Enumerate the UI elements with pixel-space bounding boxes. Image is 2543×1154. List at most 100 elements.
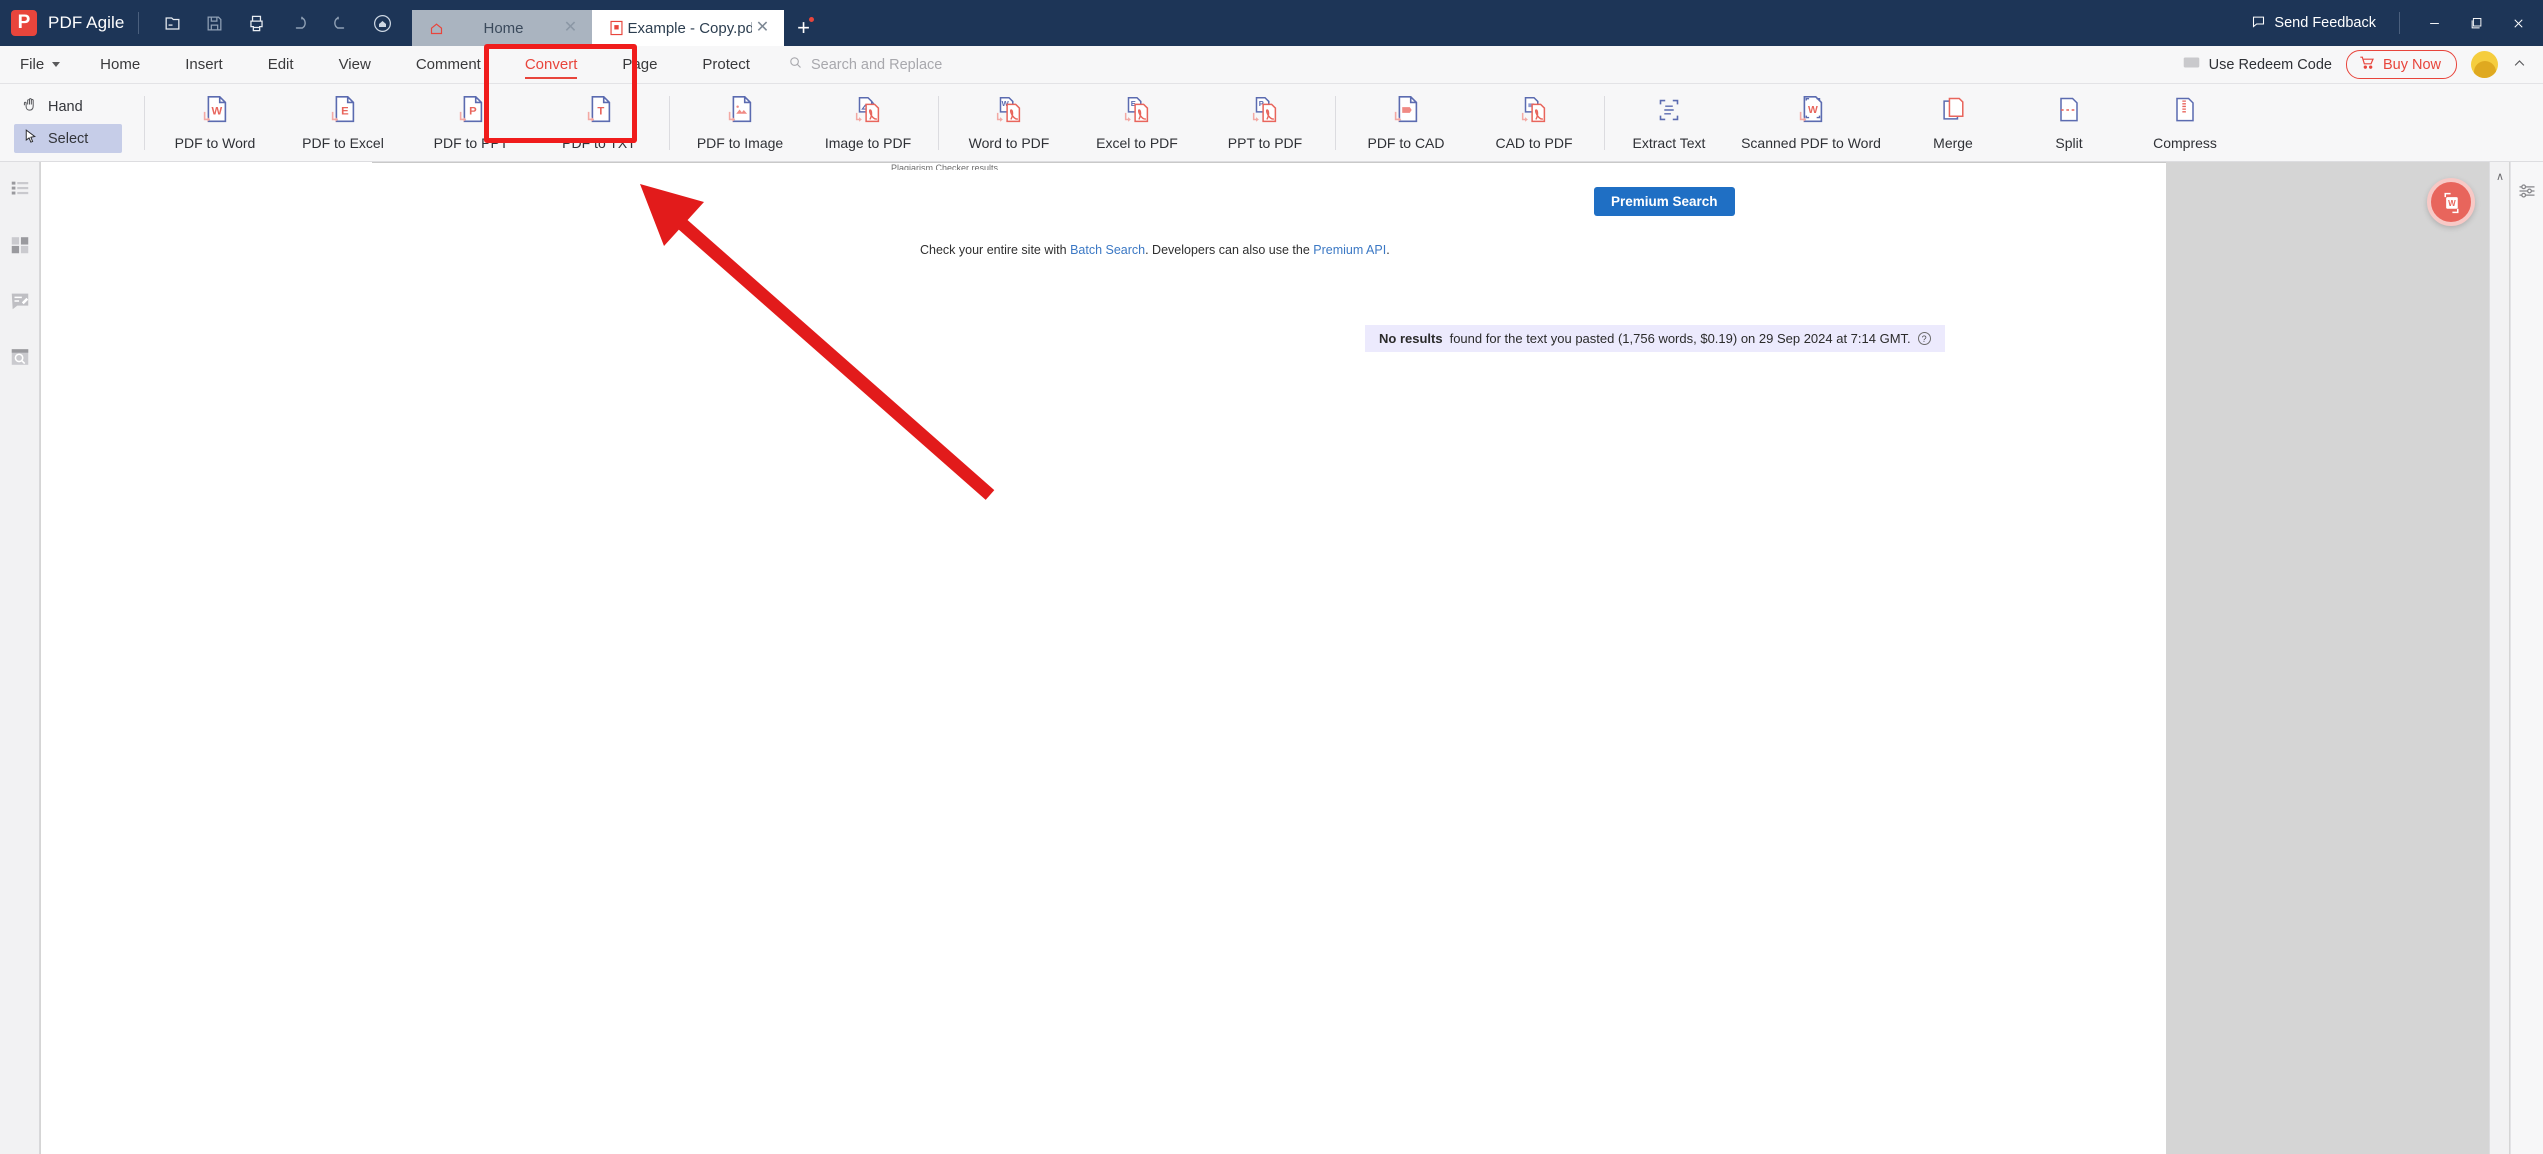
premium-api-link[interactable]: Premium API: [1313, 243, 1386, 257]
pdf-to-excel-icon: E: [326, 90, 360, 130]
tool-pdf-to-word-label: PDF to Word: [174, 134, 256, 151]
titlebar-right-group: Send Feedback: [2241, 0, 2543, 46]
properties-sliders-icon[interactable]: [2514, 178, 2540, 204]
close-icon[interactable]: [2497, 0, 2539, 46]
tool-extract-text[interactable]: Extract Text: [1611, 86, 1727, 160]
tab-doc-label: Example - Copy.pdf: [627, 19, 752, 37]
svg-text:W: W: [1808, 104, 1818, 115]
tab-doc-close-icon[interactable]: ✕: [752, 20, 774, 36]
document-tab-strip: Home ✕ Example - Copy.pdf ✕ +: [411, 0, 824, 46]
tool-pdf-to-cad[interactable]: PDF to CAD: [1342, 86, 1470, 160]
tool-cad-to-pdf-label: CAD to PDF: [1495, 134, 1573, 151]
thumbnails-icon[interactable]: [7, 232, 33, 258]
compress-icon: [2169, 90, 2201, 130]
tab-example-copy-pdf[interactable]: Example - Copy.pdf ✕: [591, 10, 784, 46]
menu-item-protect[interactable]: Protect: [702, 46, 750, 84]
menu-item-file[interactable]: File: [20, 46, 61, 84]
no-results-text: found for the text you pasted (1,756 wor…: [1449, 331, 1911, 346]
app-brand: P PDF Agile: [0, 0, 125, 46]
excel-to-pdf-icon: E: [1120, 90, 1154, 130]
maximize-icon[interactable]: [2455, 0, 2497, 46]
comments-icon[interactable]: [7, 288, 33, 314]
menu-item-page[interactable]: Page: [622, 46, 657, 84]
merge-icon: [1937, 90, 1969, 130]
search-panel-icon[interactable]: [7, 344, 33, 370]
menu-item-home[interactable]: Home: [100, 46, 140, 84]
pointer-mode-group: Hand Select: [0, 92, 138, 153]
menu-item-convert[interactable]: Convert: [524, 46, 578, 84]
tool-merge[interactable]: Merge: [1895, 86, 2011, 160]
redo-icon[interactable]: [320, 0, 362, 46]
search-and-replace-input[interactable]: Search and Replace: [788, 55, 942, 74]
minimize-icon[interactable]: [2413, 0, 2455, 46]
pdf-file-icon: [606, 20, 628, 36]
tool-image-to-pdf[interactable]: Image to PDF: [804, 86, 932, 160]
outline-icon[interactable]: [7, 176, 33, 202]
pdf-to-ppt-icon: P: [454, 90, 488, 130]
tool-merge-label: Merge: [1933, 134, 1973, 151]
menu-item-insert[interactable]: Insert: [185, 46, 223, 84]
undo-icon[interactable]: [278, 0, 320, 46]
batch-search-link[interactable]: Batch Search: [1070, 243, 1145, 257]
tool-pdf-to-cad-label: PDF to CAD: [1367, 134, 1445, 151]
save-icon[interactable]: [194, 0, 236, 46]
scanned-pdf-to-word-icon: W: [1794, 90, 1828, 130]
quick-access-toolbar: [152, 0, 404, 46]
chevron-up-icon[interactable]: [2512, 56, 2537, 74]
use-redeem-code-button[interactable]: Use Redeem Code: [2169, 56, 2346, 73]
menu-item-edit[interactable]: Edit: [268, 46, 294, 84]
open-file-icon[interactable]: [152, 0, 194, 46]
search-placeholder: Search and Replace: [810, 56, 943, 73]
avatar[interactable]: [2471, 51, 2498, 78]
convert-to-word-fab[interactable]: W: [2427, 178, 2475, 226]
ppt-to-pdf-icon: P: [1248, 90, 1282, 130]
send-feedback-button[interactable]: Send Feedback: [2241, 14, 2386, 33]
right-tool-rail: [2510, 162, 2543, 1154]
hand-icon: [22, 96, 39, 117]
new-tab-badge-dot: [808, 17, 814, 22]
tool-pdf-to-ppt-label: PDF to PPT: [433, 134, 509, 151]
tab-home[interactable]: Home ✕: [411, 10, 592, 46]
svg-text:E: E: [341, 105, 349, 117]
hand-tool-button[interactable]: Hand: [14, 92, 122, 121]
batch-search-line: Check your entire site with Batch Search…: [920, 243, 1390, 257]
tool-pdf-to-word[interactable]: W PDF to Word: [151, 86, 279, 160]
question-mark-icon[interactable]: ?: [1917, 332, 1931, 345]
tool-pdf-to-image[interactable]: PDF to Image: [676, 86, 804, 160]
menu-item-view[interactable]: View: [339, 46, 371, 84]
titlebar-divider: [137, 12, 139, 34]
svg-text:T: T: [597, 105, 604, 117]
tool-ppt-to-pdf[interactable]: P PPT to PDF: [1201, 86, 1329, 160]
new-tab-button[interactable]: +: [784, 10, 824, 46]
home-circle-icon[interactable]: [362, 0, 404, 46]
pdf-to-word-icon: W: [198, 90, 232, 130]
menu-item-file-label: File: [20, 56, 45, 73]
tab-home-close-icon[interactable]: ✕: [560, 20, 582, 36]
no-results-banner: No results found for the text you pasted…: [1365, 325, 1945, 352]
tool-word-to-pdf[interactable]: W Word to PDF: [945, 86, 1073, 160]
tool-pdf-to-excel[interactable]: E PDF to Excel: [279, 86, 407, 160]
tool-cad-to-pdf[interactable]: CAD to PDF: [1470, 86, 1598, 160]
menu-item-page-label: Page: [622, 56, 658, 73]
tool-excel-to-pdf[interactable]: E Excel to PDF: [1073, 86, 1201, 160]
ribbon-divider-2: [669, 95, 670, 150]
menu-item-convert-label: Convert: [524, 56, 578, 73]
tool-pdf-to-ppt[interactable]: P PDF to PPT: [407, 86, 535, 160]
tool-split-label: Split: [2055, 134, 2083, 151]
select-tool-button[interactable]: Select: [14, 124, 122, 153]
feedback-icon: [2251, 14, 2266, 33]
menu-item-edit-label: Edit: [267, 56, 294, 73]
vertical-scrollbar[interactable]: ∧: [2489, 162, 2509, 1154]
page-canvas[interactable]: Plagiarism Checker results Premium Searc…: [372, 162, 2399, 1154]
tool-split[interactable]: Split: [2011, 86, 2127, 160]
tool-pdf-to-txt[interactable]: T PDF to TXT: [535, 86, 663, 160]
tool-image-to-pdf-label: Image to PDF: [824, 134, 912, 151]
app-logo-icon: P: [11, 10, 37, 36]
buy-now-button[interactable]: Buy Now: [2345, 50, 2457, 79]
menu-item-comment[interactable]: Comment: [416, 46, 481, 84]
premium-search-button[interactable]: Premium Search: [1594, 187, 1735, 216]
scroll-up-arrow-icon[interactable]: ∧: [2490, 166, 2510, 186]
tool-scanned-pdf-to-word[interactable]: W Scanned PDF to Word: [1727, 86, 1895, 160]
print-icon[interactable]: [236, 0, 278, 46]
tool-compress[interactable]: Compress: [2127, 86, 2243, 160]
